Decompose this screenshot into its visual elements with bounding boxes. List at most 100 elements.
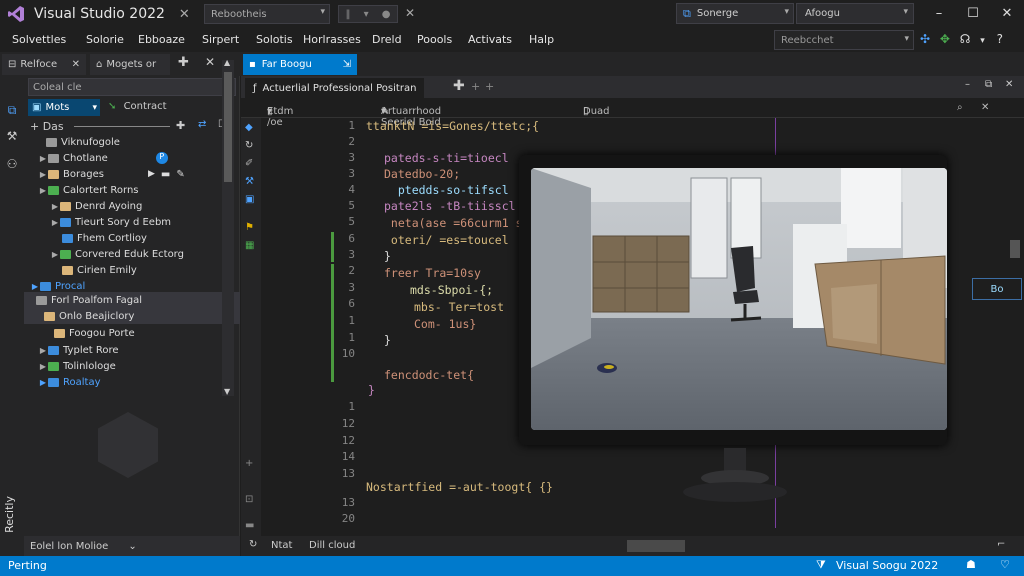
chevron-right-icon[interactable]: ▶: [38, 154, 48, 163]
tab-relfoce[interactable]: ⊟ Relfoce ✕: [2, 54, 86, 75]
explorer-icon[interactable]: ⧉: [4, 102, 20, 118]
notification-icon[interactable]: ☊: [960, 32, 971, 46]
tree-item[interactable]: ▶ Chotlane P: [24, 150, 224, 166]
scroll-up-icon[interactable]: ▲: [224, 58, 230, 67]
package-icon[interactable]: ▣: [245, 194, 257, 206]
hammer-icon[interactable]: ⚑: [245, 222, 257, 234]
tree-item[interactable]: ▶ Typlet Rore: [24, 342, 224, 358]
minimize-icon[interactable]: –: [965, 79, 970, 90]
code-line[interactable]: pateds-s-ti=tioecl: [384, 151, 509, 165]
menu-item-solotis[interactable]: Solotis: [256, 33, 293, 46]
chevron-down-icon[interactable]: ▾: [364, 9, 369, 20]
explorer-search-input[interactable]: Coleal cle ▾: [28, 78, 236, 96]
feedback-icon[interactable]: ♡: [1000, 558, 1010, 571]
mots-button[interactable]: ▣ Mots ▾: [28, 99, 100, 116]
close-icon[interactable]: ✕: [1005, 79, 1013, 90]
close-icon[interactable]: ✕: [72, 59, 80, 70]
chevron-down-icon[interactable]: ▾: [980, 36, 985, 46]
sync-icon[interactable]: ⇄: [198, 119, 206, 130]
close-icon[interactable]: ✕: [205, 55, 215, 69]
config-dropdown[interactable]: Rebootheis ▾: [204, 4, 330, 24]
code-line[interactable]: mds-Sbpoi-{;: [410, 283, 493, 297]
close-icon[interactable]: ✕: [981, 102, 989, 113]
notification-icon[interactable]: ☗: [966, 558, 976, 571]
tree-item[interactable]: ▶ Tieurt Sory d Eebm: [24, 214, 224, 230]
code-line[interactable]: }: [368, 383, 375, 397]
menu-item-sirpert[interactable]: Sirpert: [202, 33, 239, 46]
close-icon[interactable]: ✕: [405, 6, 415, 20]
restore-icon[interactable]: ⧉: [985, 79, 992, 90]
wrench-icon[interactable]: ⚒: [245, 176, 257, 188]
code-line[interactable]: }: [384, 333, 391, 347]
chevron-right-icon[interactable]: ▶: [38, 186, 48, 195]
menu-search-input[interactable]: Reebcchet ▾: [774, 30, 914, 50]
chevron-right-icon[interactable]: ▶: [38, 378, 48, 387]
tree-item[interactable]: ▶ Corvered Eduk Ectorg: [24, 246, 224, 262]
team-icon[interactable]: ⚇: [4, 156, 20, 172]
code-line[interactable]: fencdodc-tet{: [384, 368, 474, 382]
pin-icon[interactable]: ⇲: [343, 59, 351, 70]
code-line[interactable]: mbs- Ter=tost: [414, 300, 504, 314]
editor-document-tab[interactable]: ƒ Actuerlial Professional Positran: [245, 78, 425, 98]
code-line[interactable]: Com- 1us}: [414, 317, 476, 331]
minimize-button[interactable]: –: [922, 0, 956, 26]
menu-item-solorie[interactable]: Solorie: [86, 33, 124, 46]
add-icon[interactable]: +: [245, 458, 257, 470]
tree-item[interactable]: ▶ Borages ▶ ▬ ✎: [24, 166, 224, 182]
menu-item-activats[interactable]: Activats: [468, 33, 512, 46]
menu-item-ebboaze[interactable]: Ebboaze: [138, 33, 185, 46]
explorer-bottom-tab[interactable]: Eolel lon Molioe ⌄: [24, 536, 240, 556]
recitly-side-tab[interactable]: Recitly: [3, 496, 16, 533]
code-line[interactable]: Datedbo-20;: [384, 167, 460, 181]
code-line[interactable]: freer Tra=10sy: [384, 266, 481, 280]
tree-item[interactable]: ▶ Tolinlologe: [24, 358, 224, 374]
menu-item-poools[interactable]: Poools: [417, 33, 452, 46]
chevron-right-icon[interactable]: ▶: [50, 250, 60, 259]
pin-icon[interactable]: ⌄: [128, 541, 136, 552]
explorer-scrollbar[interactable]: ▲ ▼: [222, 58, 234, 396]
add-icon[interactable]: +: [471, 80, 480, 93]
chevron-right-icon[interactable]: ▶: [30, 282, 40, 291]
menu-item-solvettles[interactable]: Solvettles: [12, 33, 66, 46]
horizontal-scroll-thumb[interactable]: [627, 540, 685, 552]
tree-item-selected[interactable]: Forl Poalfom Fagal: [24, 292, 240, 308]
menu-icon[interactable]: ▬: [245, 520, 257, 532]
chevron-right-icon[interactable]: ▶: [38, 170, 48, 179]
add-icon[interactable]: ✚: [178, 55, 189, 70]
chevron-right-icon[interactable]: ▶: [50, 202, 60, 211]
code-line[interactable]: }: [384, 249, 391, 263]
refresh-icon[interactable]: ↻: [245, 140, 257, 152]
menu-item-horlrasses[interactable]: Horlrasses: [303, 33, 361, 46]
tree-item[interactable]: Onlo Beajiclory: [24, 308, 240, 324]
code-line[interactable]: ttanktN =is=Gones/ttetc;{: [366, 119, 539, 133]
extension-icon[interactable]: ✥: [940, 32, 950, 46]
tools-icon[interactable]: ⚒: [4, 128, 20, 144]
add-icon[interactable]: ✚: [176, 119, 185, 132]
tree-item[interactable]: Fhem Cortlioy: [24, 230, 224, 246]
tree-item[interactable]: ▶ Roaltay: [24, 374, 224, 390]
pause-icon[interactable]: ‖: [346, 9, 351, 20]
debug-controls[interactable]: ‖ ▾ ●: [338, 5, 398, 23]
close-icon[interactable]: ✕: [179, 7, 190, 22]
menu-item-dreld[interactable]: Dreld: [372, 33, 402, 46]
tree-item[interactable]: Viknufogole: [24, 134, 224, 150]
chevron-right-icon[interactable]: ▶: [50, 218, 60, 227]
add-icon[interactable]: +: [485, 80, 494, 93]
share-icon[interactable]: ✣: [920, 32, 930, 46]
tree-item[interactable]: Foogou Porte: [24, 325, 224, 341]
menu-item-halp[interactable]: Halp: [529, 33, 554, 46]
tree-item[interactable]: ▶ Denrd Ayoing: [24, 198, 224, 214]
scrollbar-thumb[interactable]: [224, 72, 232, 182]
code-line[interactable]: pate2ls -tB-tiisscl: [384, 199, 516, 213]
maximize-button[interactable]: ☐: [956, 0, 990, 26]
contract-button[interactable]: ➘ Contract: [108, 101, 167, 112]
profile-dropdown[interactable]: Afoogu ▾: [796, 3, 914, 24]
close-window-button[interactable]: ✕: [990, 0, 1024, 26]
tree-item[interactable]: ▶ Calortert Rorns: [24, 182, 224, 198]
tab-far-boogu[interactable]: ▪ Far Boogu ⇲: [243, 54, 357, 75]
tab-mogets[interactable]: ⌂ Mogets or: [90, 54, 170, 75]
help-icon[interactable]: ?: [997, 32, 1003, 46]
code-line[interactable]: ptedds-so-tifscl: [384, 183, 509, 197]
search-icon[interactable]: ⌕: [957, 102, 963, 113]
editor-vertical-scrollbar[interactable]: [1008, 120, 1022, 520]
